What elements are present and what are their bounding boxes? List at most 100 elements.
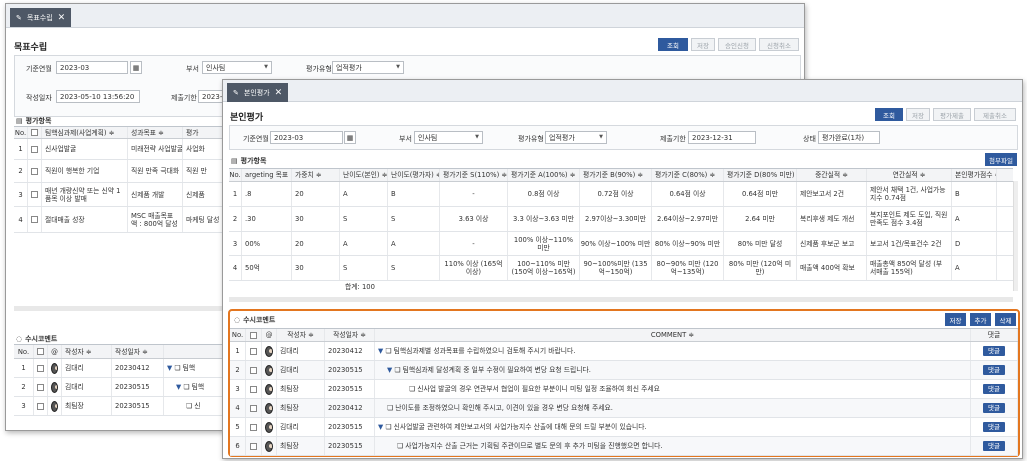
horizontal-scrollbar[interactable] bbox=[229, 297, 1013, 302]
table-cell: 2.97이상~3.30미만 bbox=[580, 207, 652, 231]
table-cell: D bbox=[952, 232, 997, 255]
dept-select[interactable]: 인사팀 bbox=[414, 131, 483, 144]
close-icon[interactable]: ✕ bbox=[275, 88, 283, 98]
row-checkbox[interactable] bbox=[37, 364, 44, 372]
vertical-scrollbar[interactable] bbox=[1013, 181, 1018, 291]
items-grid: No. 팀핵심과제(사업계획) ≑ 성과목표 ≑ 평가 1 신사업발굴 미래전략… bbox=[14, 126, 229, 238]
table-cell[interactable]: 작성자 ≑ bbox=[62, 345, 112, 358]
save-button[interactable]: 저장 bbox=[906, 108, 930, 121]
table-cell[interactable]: 가중치 ≑ bbox=[292, 169, 340, 181]
table-row[interactable]: 1 신사업발굴 미래전략 사업발굴 사업화 bbox=[14, 139, 229, 160]
table-cell[interactable]: 평가기준 C(80%) ≑ bbox=[652, 169, 724, 181]
table-cell[interactable]: COMMENT ≑ bbox=[375, 329, 971, 341]
table-cell[interactable]: 작성자 ≑ bbox=[277, 329, 325, 341]
table-row[interactable]: 2 김대리 20230515 ▼ ❏ 팀핵 bbox=[14, 378, 229, 397]
tab-self-evaluation[interactable]: ✎ 본인평가 ✕ bbox=[227, 83, 289, 102]
row-checkbox[interactable] bbox=[250, 404, 257, 412]
table-row[interactable]: 2 김대리 20230515 ▼ ❏ 팀핵심과제 달성계획 중 일부 수정이 필… bbox=[230, 361, 1018, 380]
row-checkbox[interactable] bbox=[31, 145, 38, 153]
row-checkbox[interactable] bbox=[250, 347, 257, 355]
row-checkbox[interactable] bbox=[250, 385, 257, 393]
table-cell[interactable]: 평가기준 D(80% 미만) ≑ bbox=[724, 169, 797, 181]
table-cell[interactable]: argeting 목표 bbox=[242, 169, 292, 181]
calendar-icon[interactable]: ▦ bbox=[344, 131, 356, 144]
add-comment-button[interactable]: 추가 bbox=[970, 313, 991, 326]
table-row[interactable]: 1 김대리 20230412 ▼ ❏ 팀핵 bbox=[14, 359, 229, 378]
page-title: 목표수립 bbox=[14, 43, 48, 53]
reply-button[interactable]: 댓글 bbox=[983, 365, 1005, 375]
table-cell[interactable]: 작성일자 ≑ bbox=[112, 345, 164, 358]
tab-goal-setting[interactable]: ✎ 목표수립 ✕ bbox=[10, 8, 72, 27]
row-checkbox[interactable] bbox=[250, 423, 257, 431]
row-checkbox[interactable] bbox=[31, 216, 38, 223]
row-checkbox[interactable] bbox=[250, 366, 257, 374]
table-row[interactable]: 2 .30 30 S S 3.63 이상 3.3 이상~3.63 미만 2.97… bbox=[229, 207, 1013, 232]
approval-request-button[interactable]: 승인신청 bbox=[718, 38, 756, 51]
base-month-input[interactable]: 2023-03 bbox=[56, 61, 128, 74]
save-button[interactable]: 저장 bbox=[691, 38, 715, 51]
table-row[interactable]: 4 절대매출 성장 MSC 매출목표액 : 800억 달성 마케팅 달성 bbox=[14, 207, 229, 233]
cancel-request-button[interactable]: 신청취소 bbox=[759, 38, 799, 51]
expand-icon[interactable]: ▼ bbox=[387, 366, 392, 374]
table-cell: A bbox=[952, 256, 997, 280]
expand-icon[interactable]: ▼ bbox=[378, 423, 383, 431]
row-checkbox[interactable] bbox=[250, 442, 257, 450]
table-row[interactable]: 3 00% 20 A A - 100% 이상~110% 미만 90% 이상~10… bbox=[229, 232, 1013, 256]
expand-icon[interactable]: ▼ bbox=[378, 347, 383, 355]
attachment-button[interactable]: 첨부파일 bbox=[985, 153, 1017, 166]
reply-button[interactable]: 댓글 bbox=[983, 384, 1005, 394]
table-cell[interactable]: 평가기준 S(110%) ≑ bbox=[440, 169, 508, 181]
base-month-input[interactable]: 2023-03 bbox=[270, 131, 343, 144]
close-icon[interactable]: ✕ bbox=[58, 13, 66, 23]
table-cell[interactable]: 본인평가점수 ≑ bbox=[952, 169, 997, 181]
table-cell[interactable]: 난이도(평가자) ≑ bbox=[388, 169, 440, 181]
save-comment-button[interactable]: 저장 bbox=[945, 313, 966, 326]
row-checkbox[interactable] bbox=[37, 402, 44, 410]
submit-evaluation-button[interactable]: 평가제출 bbox=[933, 108, 971, 121]
table-row[interactable]: 4 50억 30 S S 110% 이상 (165억 이상) 100~110% … bbox=[229, 256, 1013, 281]
dept-label: 부서 bbox=[399, 135, 412, 143]
table-row[interactable]: 1 김대리 20230412 ▼ ❏ 팀핵심과제별 성과목표를 수립하였으니 검… bbox=[230, 342, 1018, 361]
eval-type-select[interactable]: 업적평가 bbox=[545, 131, 607, 144]
reply-button[interactable]: 댓글 bbox=[983, 403, 1005, 413]
table-row[interactable]: 3 최팀장 20230515 ❏ 신사업 발굴의 경우 연관부서 협업이 필요한… bbox=[230, 380, 1018, 399]
table-row[interactable]: 5 김대리 20230515 ▼ ❏ 신사업발굴 관련하여 제안보고서의 사업가… bbox=[230, 418, 1018, 437]
table-cell: 20230515 bbox=[325, 361, 375, 379]
table-cell[interactable]: 난이도(본인) ≑ bbox=[340, 169, 388, 181]
table-row[interactable]: 4 최팀장 20230412 ❏ 난이도를 조정하였으니 확인해 주시고, 이견… bbox=[230, 399, 1018, 418]
dept-select[interactable]: 인사팀 bbox=[202, 61, 272, 74]
row-checkbox[interactable] bbox=[31, 191, 38, 198]
search-button[interactable]: 조회 bbox=[658, 38, 688, 51]
table-cell[interactable]: 평가기준 B(90%) ≑ bbox=[580, 169, 652, 181]
table-cell[interactable]: 연간실적 ≑ bbox=[867, 169, 952, 181]
row-checkbox[interactable] bbox=[37, 383, 44, 391]
eval-type-select[interactable]: 업적평가 bbox=[332, 61, 404, 74]
delete-comment-button[interactable]: 삭제 bbox=[995, 313, 1016, 326]
row-checkbox[interactable] bbox=[31, 167, 38, 175]
due-input[interactable]: 2023-12-31 bbox=[688, 131, 756, 144]
col-goal[interactable]: 성과목표 ≑ bbox=[128, 127, 183, 138]
table-cell[interactable]: 중간실적 ≑ bbox=[797, 169, 867, 181]
table-cell[interactable]: 평가기준 A(100%) ≑ bbox=[508, 169, 580, 181]
avatar bbox=[265, 440, 273, 452]
search-button[interactable]: 조회 bbox=[875, 108, 903, 121]
select-all-checkbox[interactable] bbox=[31, 129, 38, 136]
table-cell[interactable]: 작성일자 ≑ bbox=[325, 329, 375, 341]
cancel-submission-button[interactable]: 제출취소 bbox=[974, 108, 1016, 121]
select-all-checkbox[interactable] bbox=[37, 348, 44, 355]
table-row[interactable]: 2 직원이 행복한 기업 직원 만족 극대화 직원 만 bbox=[14, 160, 229, 183]
calendar-icon[interactable]: ▦ bbox=[130, 61, 142, 74]
select-all-checkbox[interactable] bbox=[250, 331, 257, 339]
reply-button[interactable]: 댓글 bbox=[983, 422, 1005, 432]
reply-button[interactable]: 댓글 bbox=[983, 346, 1005, 356]
table-row[interactable]: 6 최팀장 20230515 ❏ 사업가능지수 산출 근거는 기획팀 주관이므로… bbox=[230, 437, 1018, 456]
col-task[interactable]: 팀핵심과제(사업계획) ≑ bbox=[42, 127, 128, 138]
table-row[interactable]: 3 최팀장 20230515 ❏ 신 bbox=[14, 397, 229, 416]
expand-icon[interactable]: ▼ bbox=[176, 383, 181, 391]
table-cell: 매출총액 850억 달성 (부서매출 155억) bbox=[867, 256, 952, 280]
expand-icon[interactable]: ▼ bbox=[167, 364, 172, 372]
horizontal-scrollbar[interactable] bbox=[14, 306, 229, 311]
table-row[interactable]: 1 .8 20 A B - 0.8점 이상 0.72점 이상 0.64점 이상 … bbox=[229, 182, 1013, 207]
reply-button[interactable]: 댓글 bbox=[983, 441, 1005, 451]
table-row[interactable]: 3 매년 개량신약 또는 신약 1품목 이상 발매 신제품 개발 신제품 bbox=[14, 183, 229, 207]
